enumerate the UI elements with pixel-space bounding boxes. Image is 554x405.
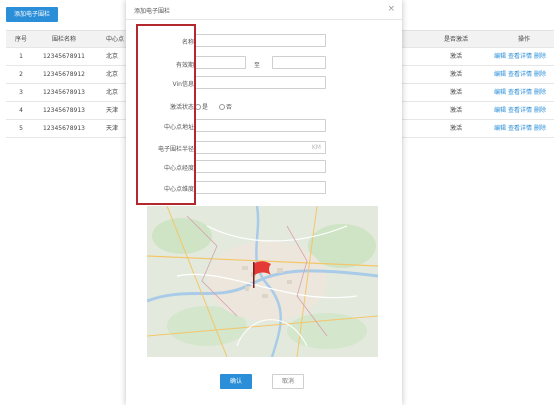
cancel-button[interactable]: 取消	[272, 374, 304, 389]
details-link[interactable]: 查看详情	[508, 125, 532, 132]
map-graphic	[147, 206, 378, 357]
modal-divider	[126, 19, 402, 20]
confirm-button[interactable]: 确认	[220, 374, 252, 389]
add-fence-button[interactable]: 添加电子围栏	[6, 7, 58, 22]
add-fence-modal: 添加电子围栏 × 名称 有效期 至 Vin信息 激活状态 是 否 中心点地址 电…	[126, 0, 402, 405]
delete-link[interactable]: 删除	[534, 107, 546, 114]
row-status: 激活	[449, 107, 462, 114]
row-status: 激活	[449, 125, 462, 132]
row-no: 4	[19, 107, 23, 114]
row-name: 12345678913	[43, 125, 85, 132]
center-address-input[interactable]	[194, 119, 326, 132]
vin-input[interactable]	[194, 76, 326, 89]
modal-title: 添加电子围栏	[134, 8, 171, 15]
row-ops: 编辑 查看详情 删除	[494, 120, 554, 138]
details-link[interactable]: 查看详情	[508, 89, 532, 96]
row-ops: 编辑 查看详情 删除	[494, 48, 554, 66]
label-highlight-box	[136, 24, 196, 205]
validity-separator: 至	[254, 62, 261, 69]
row-name: 12345678913	[43, 89, 85, 96]
header-ops: 操作	[517, 36, 530, 43]
radius-input[interactable]: KM	[194, 141, 326, 154]
row-no: 5	[19, 125, 23, 132]
row-ops: 编辑 查看详情 删除	[494, 84, 554, 102]
details-link[interactable]: 查看详情	[508, 107, 532, 114]
delete-link[interactable]: 删除	[534, 71, 546, 78]
close-icon[interactable]: ×	[387, 4, 395, 14]
row-name: 12345678912	[43, 71, 85, 78]
row-status: 激活	[449, 71, 462, 78]
radio-circle-icon	[219, 104, 225, 110]
row-status: 激活	[449, 53, 462, 60]
row-no: 1	[19, 53, 23, 60]
row-name: 12345678911	[43, 53, 85, 60]
validity-start-input[interactable]	[194, 56, 246, 69]
edit-link[interactable]: 编辑	[494, 125, 506, 132]
row-no: 2	[19, 71, 23, 78]
delete-link[interactable]: 删除	[534, 53, 546, 60]
edit-link[interactable]: 编辑	[494, 71, 506, 78]
activation-no-label: 否	[226, 104, 233, 111]
row-no: 3	[19, 89, 23, 96]
row-status: 激活	[449, 89, 462, 96]
name-input[interactable]	[194, 34, 326, 47]
header-status: 是否激活	[443, 36, 468, 43]
delete-link[interactable]: 删除	[534, 89, 546, 96]
row-ops: 编辑 查看详情 删除	[494, 66, 554, 84]
edit-link[interactable]: 编辑	[494, 53, 506, 60]
details-link[interactable]: 查看详情	[508, 71, 532, 78]
edit-link[interactable]: 编辑	[494, 107, 506, 114]
details-link[interactable]: 查看详情	[508, 53, 532, 60]
row-ops: 编辑 查看详情 删除	[494, 102, 554, 120]
center-lon-input[interactable]	[194, 160, 326, 173]
center-lat-input[interactable]	[194, 181, 326, 194]
activation-yes-label: 是	[202, 104, 209, 111]
activation-yes-radio[interactable]: 是	[195, 102, 208, 111]
edit-link[interactable]: 编辑	[494, 89, 506, 96]
delete-link[interactable]: 删除	[534, 125, 546, 132]
activation-no-radio[interactable]: 否	[219, 102, 232, 111]
map-view[interactable]	[147, 206, 378, 357]
header-no: 序号	[14, 36, 27, 43]
row-name: 12345678913	[43, 107, 85, 114]
radius-unit: KM	[311, 144, 321, 151]
validity-end-input[interactable]	[272, 56, 326, 69]
header-name: 围栏名称	[51, 36, 76, 43]
